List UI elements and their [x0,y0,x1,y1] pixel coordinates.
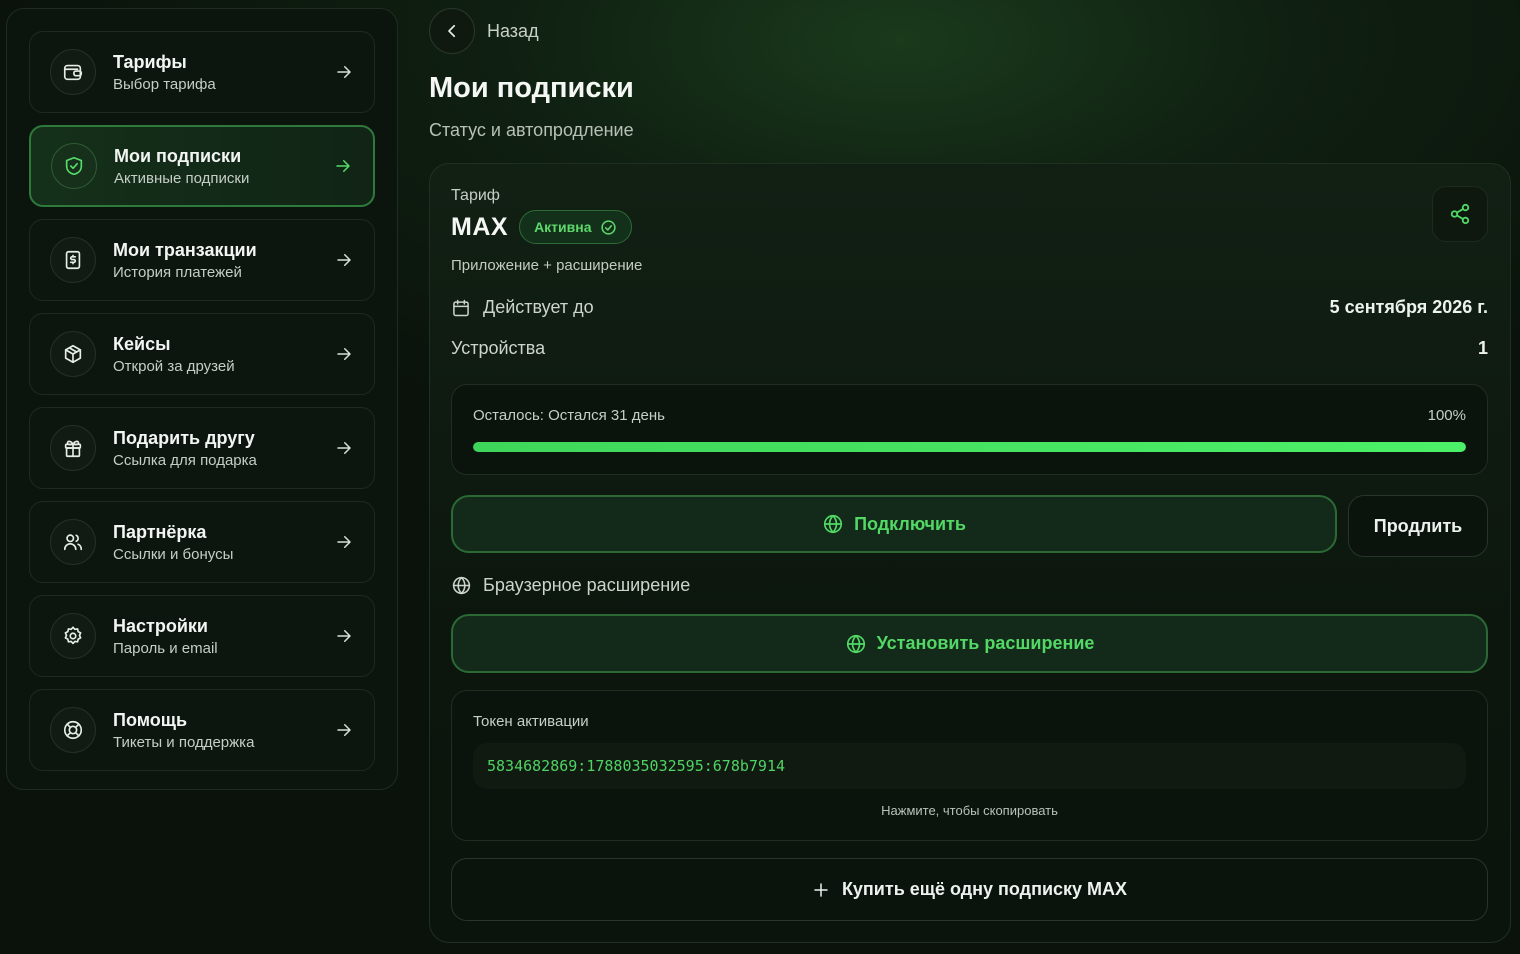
sidebar-item-title: Мои подписки [114,145,242,166]
page-title: Мои подписки [429,72,634,104]
back-label[interactable]: Назад [487,21,539,42]
connect-label: Подключить [854,513,966,534]
token-label: Токен активации [473,713,589,730]
sidebar-item-subtitle: История платежей [113,263,242,281]
valid-until-row: Действует до 5 сентября 2026 г. [451,297,1488,318]
sidebar-item-subtitle: Ссылки и бонусы [113,545,234,563]
devices-value: 1 [1477,338,1488,358]
sidebar-item-title: Подарить другу [113,427,255,448]
sidebar-item-gift[interactable]: Подарить другу Ссылка для подарка [29,407,375,489]
sidebar-item-settings[interactable]: Настройки Пароль и email [29,595,375,677]
globe-icon [452,576,471,595]
progress-percent: 100% [1427,407,1466,424]
arrow-right-icon [334,62,354,82]
devices-label: Устройства [451,338,546,358]
plan-description: Приложение + расширение [451,257,643,274]
progress-label: Осталось: Остался 31 день [473,407,665,424]
back-row: Назад [429,8,1511,54]
arrow-right-icon [334,438,354,458]
receipt-dollar-icon [50,237,96,283]
connect-button[interactable]: Подключить [451,495,1337,553]
sidebar-item-partners[interactable]: Партнёрка Ссылки и бонусы [29,501,375,583]
wallet-icon [50,49,96,95]
sidebar-item-subtitle: Активные подписки [114,169,250,187]
sidebar-item-title: Тарифы [113,51,187,72]
back-button[interactable] [429,8,475,54]
share-icon [1450,203,1470,225]
plus-icon [814,882,828,897]
sidebar-item-title: Помощь [113,709,188,730]
plan-name: MAX [451,212,509,241]
action-row: Подключить Продлить [451,495,1488,557]
sidebar-item-subtitle: Тикеты и поддержка [113,733,255,751]
sidebar-item-help[interactable]: Помощь Тикеты и поддержка [29,689,375,771]
subscription-card: Тариф MAX Активна Приложение + расширени… [429,163,1511,943]
remaining-progress-box: Осталось: Остался 31 день 100% [451,384,1488,475]
status-badge: Активна [519,210,632,244]
buy-another-label: Купить ещё одну подписку MAX [841,879,1128,899]
users-icon [50,519,96,565]
extend-button[interactable]: Продлить [1348,495,1488,557]
arrow-right-icon [334,250,354,270]
sidebar-item-subtitle: Выбор тарифа [113,75,216,93]
sidebar: Тарифы Выбор тарифа Мои подписки Активны… [6,8,398,790]
box-icon [50,331,96,377]
gear-icon [50,613,96,659]
main-content: Назад Мои подписки Статус и автопродлени… [429,8,1511,943]
gift-icon [50,425,96,471]
install-extension-button[interactable]: Установить расширение [451,614,1488,673]
globe-icon [823,514,843,534]
sidebar-item-tariffs[interactable]: Тарифы Выбор тарифа [29,31,375,113]
sidebar-item-title: Мои транзакции [113,239,257,260]
status-badge-label: Активна [534,219,592,235]
browser-extension-label: Браузерное расширение [451,575,690,596]
sidebar-item-cases[interactable]: Кейсы Открой за друзей [29,313,375,395]
arrow-right-icon [334,626,354,646]
calendar-icon [453,299,469,316]
shield-check-icon [51,143,97,189]
sidebar-item-title: Настройки [113,615,208,636]
sidebar-item-subtitle: Открой за друзей [113,357,235,375]
sidebar-item-title: Партнёрка [113,521,207,542]
arrow-right-icon [333,156,353,176]
page-subtitle: Статус и автопродление [429,120,634,140]
progress-fill [473,442,1466,452]
valid-until-value: 5 сентября 2026 г. [1329,297,1488,317]
sidebar-item-subtitle: Пароль и email [113,639,218,657]
token-copy-hint: Нажмите, чтобы скопировать [881,803,1058,818]
sidebar-item-title: Кейсы [113,333,171,354]
buy-another-subscription-button[interactable]: Купить ещё одну подписку MAX [451,858,1488,921]
browser-extension-text: Браузерное расширение [483,575,691,595]
chevron-left-icon [448,24,456,38]
arrow-right-icon [334,344,354,364]
sidebar-item-my-subscriptions[interactable]: Мои подписки Активные подписки [29,125,375,207]
valid-until-label: Действует до [483,297,594,317]
share-button[interactable] [1432,186,1488,242]
tariff-label: Тариф [451,187,500,204]
progress-track [473,442,1466,452]
sidebar-item-transactions[interactable]: Мои транзакции История платежей [29,219,375,301]
globe-icon [846,634,865,653]
activation-token-box: Токен активации 5834682869:1788035032595… [451,690,1488,841]
devices-row: Устройства 1 [451,338,1488,359]
arrow-right-icon [334,532,354,552]
sidebar-item-subtitle: Ссылка для подарка [113,451,257,469]
token-value-copy[interactable]: 5834682869:1788035032595:678b7914 [473,743,1466,789]
check-circle-icon [600,219,616,235]
install-extension-label: Установить расширение [876,633,1095,653]
lifebuoy-icon [50,707,96,753]
plan-row: MAX Активна [451,210,632,244]
arrow-right-icon [334,720,354,740]
